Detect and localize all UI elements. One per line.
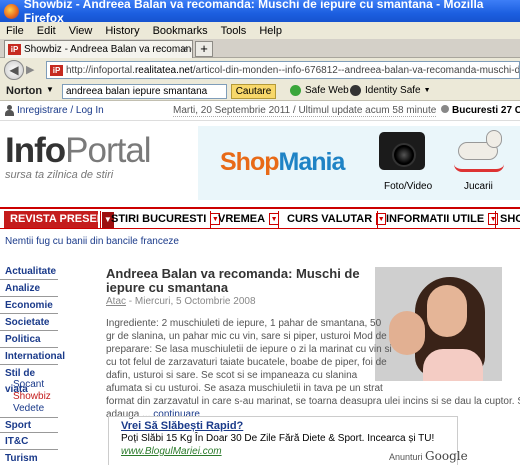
sidebar-item-actualitate[interactable]: Actualitate (0, 264, 58, 280)
nav-shop[interactable]: SHO (500, 211, 520, 228)
nav-curs-valutar[interactable]: CURS VALUTAR ▼ (287, 211, 387, 228)
article-body-line: gr de slanina, un pahar mic cu vin, sare… (106, 331, 387, 342)
sidebar-item-itc[interactable]: IT&C (0, 434, 58, 450)
infoportal-favicon-icon: iP (8, 44, 21, 55)
tab-bar: iP Showbiz - Andreea Balan va recomanda:… (0, 39, 520, 58)
sidebar-sub-socant[interactable]: Socant (13, 379, 44, 390)
main-nav-menu: REVISTA PRESEI ▼ STIRI BUCURESTI ▼ VREMEA ▼… (0, 207, 520, 229)
back-button[interactable]: ◀ (4, 60, 24, 80)
identity-safe-label: Identity Safe (365, 85, 421, 96)
menu-bar: File Edit View History Bookmarks Tools H… (0, 22, 520, 39)
chevron-down-icon: ▼ (488, 213, 499, 226)
article-body: Ingrediente: 2 muschiuleti de iepure, 1 … (106, 317, 520, 421)
logo-portal: Portal (65, 131, 151, 170)
url-domain: realitatea.net (134, 64, 193, 76)
tab-label: Showbiz - Andreea Balan va recomanda: Mu… (24, 44, 192, 55)
date-update-line: Marti, 20 Septembrie 2011 / Ultimul upda… (173, 105, 437, 117)
google-logo: Google (425, 449, 468, 463)
site-logo[interactable]: InfoPortal sursa ta zilnica de stiri (5, 131, 152, 182)
article-date: Miercuri, 5 Octombrie 2008 (134, 296, 256, 307)
article-body-line: format din zarzavatul in care s-au marin… (106, 396, 520, 407)
norton-logo: Norton (6, 85, 43, 97)
identity-safe-button[interactable]: Identity Safe ▼ (350, 85, 431, 96)
forward-button[interactable]: ▶ (26, 63, 41, 77)
rocking-horse-image (452, 130, 506, 174)
article-body-line: Ingrediente: 2 muschiuleti de iepure, 1 … (106, 318, 382, 329)
article-body-line: dafin, usturoi si sare. Se scot si se im… (106, 370, 358, 381)
url-prefix: http://infoportal. (66, 64, 135, 76)
norton-toolbar: Norton ▼ andreea balan iepure smantana C… (0, 82, 520, 101)
url-suffix: /articol-din-monden--info-676812--andree… (192, 64, 520, 76)
menu-history[interactable]: History (105, 25, 139, 37)
firefox-icon (4, 3, 19, 19)
sidebar-item-societate[interactable]: Societate (0, 315, 58, 331)
sidebar-item-analize[interactable]: Analize (0, 281, 58, 297)
weather-widget: Bucuresti 27 C (441, 105, 520, 116)
logo-info: Info (5, 131, 66, 170)
web-page: Inregistrare / Log In Marti, 20 Septembr… (0, 101, 520, 465)
nav-stiri-bucuresti[interactable]: STIRI BUCURESTI ▼ (111, 211, 221, 228)
menu-view[interactable]: View (69, 25, 93, 37)
menu-bookmarks[interactable]: Bookmarks (153, 25, 208, 37)
sidebar-sub-showbiz[interactable]: Showbiz (13, 391, 51, 402)
nav-vremea[interactable]: VREMEA ▼ (218, 211, 280, 228)
norton-search-button[interactable]: Cautare (231, 84, 276, 99)
top-strip: Inregistrare / Log In Marti, 20 Septembr… (0, 101, 520, 121)
nav-informatii-utile[interactable]: INFORMATII UTILE ▼ (386, 211, 499, 228)
safe-web-label: Safe Web (305, 85, 349, 96)
url-bar[interactable]: iP http://infoportal. realitatea.net/arti… (46, 61, 520, 79)
ad-footer: Anunturi Google (389, 449, 468, 463)
news-ticker[interactable]: Nemtii fug cu banii din bancile franceze (5, 236, 179, 247)
sidebar-item-sport[interactable]: Sport (0, 417, 58, 433)
site-tagline: sursa ta zilnica de stiri (5, 169, 114, 181)
shopmania-banner[interactable]: ShopMania Foto/Video Jucarii (198, 126, 520, 200)
banner-label-photo: Foto/Video (384, 181, 433, 192)
sidebar-item-economie[interactable]: Economie (0, 298, 58, 314)
sidebar-item-politica[interactable]: Politica (0, 332, 58, 348)
article-title[interactable]: Andreea Balan va recomanda: Muschi de ie… (106, 267, 376, 295)
article-body-line: preparare: Se lasa muschiuletii de iepur… (106, 344, 392, 355)
shopmania-logo: ShopMania (220, 148, 345, 176)
last-update: Ultimul update acum 58 minute (298, 105, 437, 116)
article-body-line: cu tot felul de zarzavaturi taiate bucat… (106, 357, 387, 368)
identity-dropdown-icon: ▼ (423, 87, 431, 94)
banner-label-toys: Jucarii (464, 181, 493, 192)
current-date: Marti, 20 Septembrie 2011 (173, 105, 291, 116)
norton-search-input[interactable]: andreea balan iepure smantana (62, 84, 227, 99)
sidebar-item-international[interactable]: International (0, 349, 65, 365)
sidebar-item-turism[interactable]: Turism (0, 451, 58, 465)
article-body-line: afumata si cu usturoi. Se asaza muschiul… (106, 383, 383, 394)
sidebar-sub-vedete[interactable]: Vedete (13, 403, 44, 414)
url-favicon-icon: iP (50, 64, 63, 76)
forward-arrow-icon: ▶ (26, 64, 35, 76)
article-category[interactable]: Atac (106, 296, 126, 307)
menu-help[interactable]: Help (259, 25, 282, 37)
safe-web-button[interactable]: Safe Web ▼ (290, 85, 359, 96)
article-meta: Atac - Miercuri, 5 Octombrie 2008 (106, 296, 256, 307)
new-tab-button[interactable]: + (195, 41, 213, 57)
weather-text: Bucuresti 27 C (452, 105, 520, 116)
google-ad[interactable]: Vrei Să Slăbești Rapid? Poți Slăbi 15 Kg… (108, 416, 468, 465)
identity-safe-icon (350, 85, 361, 96)
window-title-bar: Showbiz - Andreea Balan va recomanda: Mu… (0, 0, 520, 25)
ad-footer-label: Anunturi (389, 452, 423, 462)
nav-revista-presei[interactable]: REVISTA PRESEI ▼ (4, 211, 114, 228)
tab-close-icon[interactable]: × (182, 43, 188, 55)
norton-dropdown-icon[interactable]: ▼ (46, 85, 54, 94)
tab-showbiz[interactable]: iP Showbiz - Andreea Balan va recomanda:… (4, 40, 193, 58)
menu-file[interactable]: File (6, 25, 24, 37)
back-arrow-icon: ◀ (9, 63, 19, 77)
ad-title[interactable]: Vrei Să Slăbești Rapid? (121, 420, 243, 432)
login-link[interactable]: Inregistrare / Log In (17, 105, 104, 116)
ad-url[interactable]: www.BlogulMariei.com (121, 446, 222, 457)
ad-text: Poți Slăbi 15 Kg În Doar 30 De Zile Fără… (121, 433, 435, 444)
camera-image (379, 132, 425, 170)
menu-edit[interactable]: Edit (37, 25, 56, 37)
menu-tools[interactable]: Tools (221, 25, 247, 37)
navigation-bar: ◀ ▶ iP http://infoportal. realitatea.net /… (0, 58, 520, 82)
weather-icon (441, 105, 449, 113)
user-icon (4, 105, 14, 116)
safe-web-icon (290, 85, 301, 96)
